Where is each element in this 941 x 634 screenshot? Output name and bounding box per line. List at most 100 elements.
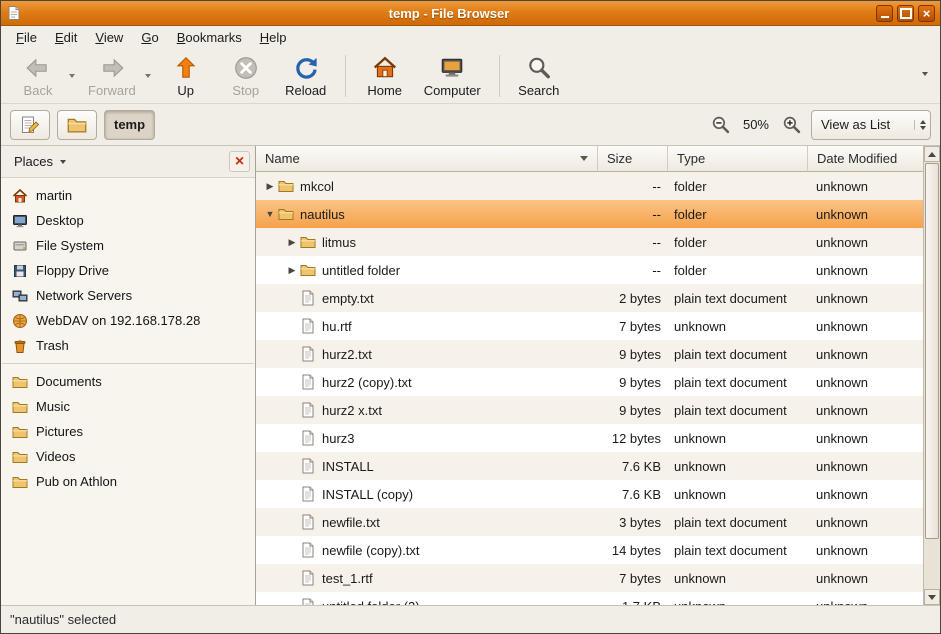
table-row[interactable]: hu.rtf7 bytesunknownunknown (256, 312, 923, 340)
toolbar-computer-button[interactable]: Computer (416, 52, 489, 100)
file-type-cell: unknown (668, 571, 808, 586)
toolbar-back-history-arrow[interactable] (65, 52, 78, 100)
file-name-cell: hurz2 x.txt (256, 402, 598, 418)
sidebar-item-desktop[interactable]: Desktop (1, 208, 255, 233)
toolbar-stop-button[interactable]: Stop (217, 52, 275, 100)
sidebar-item-webdav-on-192-168-178-28[interactable]: WebDAV on 192.168.178.28 (1, 308, 255, 333)
file-icon (300, 374, 316, 390)
sidebar-item-pictures[interactable]: Pictures (1, 419, 255, 444)
chevron-down-icon (69, 74, 75, 78)
toolbar-reload-button[interactable]: Reload (277, 52, 335, 100)
folder-icon (12, 449, 28, 465)
file-name-cell: newfile.txt (256, 514, 598, 530)
menu-item-edit[interactable]: Edit (46, 27, 86, 48)
menu-item-file[interactable]: File (7, 27, 46, 48)
sidebar-item-trash[interactable]: Trash (1, 333, 255, 358)
table-row[interactable]: INSTALL (copy)7.6 KBunknownunknown (256, 480, 923, 508)
table-row[interactable]: hurz2 x.txt9 bytesplain text documentunk… (256, 396, 923, 424)
table-row[interactable]: hurz2.txt9 bytesplain text documentunkno… (256, 340, 923, 368)
sidebar-item-file-system[interactable]: File System (1, 233, 255, 258)
table-row[interactable]: hurz312 bytesunknownunknown (256, 424, 923, 452)
table-row[interactable]: ▶litmus--folderunknown (256, 228, 923, 256)
table-row[interactable]: ▶mkcol--folderunknown (256, 172, 923, 200)
sidebar-close-button[interactable]: × (229, 151, 250, 172)
toolbar-search-button[interactable]: Search (510, 52, 568, 100)
zoom-out-button[interactable] (708, 112, 734, 138)
table-row[interactable]: newfile.txt3 bytesplain text documentunk… (256, 508, 923, 536)
places-list: martinDesktop File System Floppy DriveNetw… (1, 178, 255, 605)
column-header-type[interactable]: Type (668, 146, 808, 172)
table-row[interactable]: newfile (copy).txt14 bytesplain text doc… (256, 536, 923, 564)
sidebar-item-pub-on-athlon[interactable]: Pub on Athlon (1, 469, 255, 494)
toolbar-up-button[interactable]: Up (157, 52, 215, 100)
file-modified-cell: unknown (808, 179, 923, 194)
file-type-cell: plain text document (668, 291, 808, 306)
toolbar-back-button[interactable]: Back (9, 52, 67, 100)
path-current-folder-button[interactable]: temp (104, 110, 155, 140)
menu-item-go[interactable]: Go (132, 27, 167, 48)
expander-expanded-icon[interactable]: ▼ (262, 209, 278, 219)
table-row[interactable]: untitled folder (2)1.7 KBunknownunknown (256, 592, 923, 605)
column-header-size[interactable]: Size (598, 146, 668, 172)
toggle-location-entry-button[interactable] (10, 110, 50, 140)
file-icon (300, 486, 316, 502)
table-row[interactable]: ▼nautilus--folderunknown (256, 200, 923, 228)
path-root-button[interactable] (57, 110, 97, 140)
toolbar-separator (345, 55, 346, 97)
sidebar-item-videos[interactable]: Videos (1, 444, 255, 469)
menu-item-bookmarks[interactable]: Bookmarks (168, 27, 251, 48)
sidebar-item-floppy-drive[interactable]: Floppy Drive (1, 258, 255, 283)
table-row[interactable]: ▶untitled folder--folderunknown (256, 256, 923, 284)
toolbar-home-button[interactable]: Home (356, 52, 414, 100)
table-row[interactable]: INSTALL7.6 KBunknownunknown (256, 452, 923, 480)
window-icon (6, 5, 22, 21)
back-icon (25, 55, 51, 81)
desktop-icon (12, 213, 28, 229)
folder-icon (12, 399, 28, 415)
column-header-date-modified[interactable]: Date Modified (808, 146, 923, 172)
sidebar-item-documents[interactable]: Documents (1, 369, 255, 394)
table-row[interactable]: empty.txt2 bytesplain text documentunkno… (256, 284, 923, 312)
floppy-icon (12, 263, 28, 279)
file-name-label: hurz2 x.txt (322, 403, 382, 418)
menu-item-help[interactable]: Help (251, 27, 296, 48)
file-name-label: hurz3 (322, 431, 355, 446)
scroll-down-button[interactable] (924, 589, 940, 605)
toolbar-button-label: Forward (88, 83, 136, 98)
places-dropdown[interactable]: Places (6, 150, 74, 173)
scroll-up-button[interactable] (924, 146, 940, 162)
minimize-button[interactable] (876, 5, 893, 22)
scrollbar-thumb[interactable] (925, 163, 939, 539)
titlebar[interactable]: temp - File Browser × (1, 1, 940, 26)
sidebar-item-label: File System (36, 238, 104, 253)
table-row[interactable]: test_1.rtf7 bytesunknownunknown (256, 564, 923, 592)
file-modified-cell: unknown (808, 263, 923, 278)
sidebar-item-martin[interactable]: martin (1, 183, 255, 208)
close-button[interactable]: × (918, 5, 935, 22)
folder-icon (12, 424, 28, 440)
folder-icon (12, 474, 28, 490)
zoom-in-button[interactable] (778, 112, 804, 138)
menu-item-view[interactable]: View (86, 27, 132, 48)
toolbar-forward-history-arrow[interactable] (142, 52, 155, 100)
file-icon (300, 570, 316, 586)
file-name-cell: hurz2 (copy).txt (256, 374, 598, 390)
scrollbar-track[interactable] (924, 162, 940, 589)
expander-collapsed-icon[interactable]: ▶ (284, 265, 300, 276)
toolbar-forward-button[interactable]: Forward (80, 52, 144, 100)
table-row[interactable]: hurz2 (copy).txt9 bytesplain text docume… (256, 368, 923, 396)
sidebar-item-music[interactable]: Music (1, 394, 255, 419)
file-modified-cell: unknown (808, 543, 923, 558)
expander-collapsed-icon[interactable]: ▶ (284, 237, 300, 248)
sidebar-item-network-servers[interactable]: Network Servers (1, 283, 255, 308)
vertical-scrollbar[interactable] (923, 146, 940, 605)
column-header-name[interactable]: Name (256, 146, 598, 172)
places-sidebar: Places × martinDesktop File System Floppy … (1, 146, 256, 605)
statusbar: "nautilus" selected (1, 605, 940, 633)
expander-collapsed-icon[interactable]: ▶ (262, 181, 278, 192)
file-size-cell: 2 bytes (598, 291, 668, 306)
maximize-button[interactable] (897, 5, 914, 22)
view-mode-select[interactable]: View as List (811, 110, 931, 140)
folder-icon (300, 234, 316, 250)
file-modified-cell: unknown (808, 459, 923, 474)
